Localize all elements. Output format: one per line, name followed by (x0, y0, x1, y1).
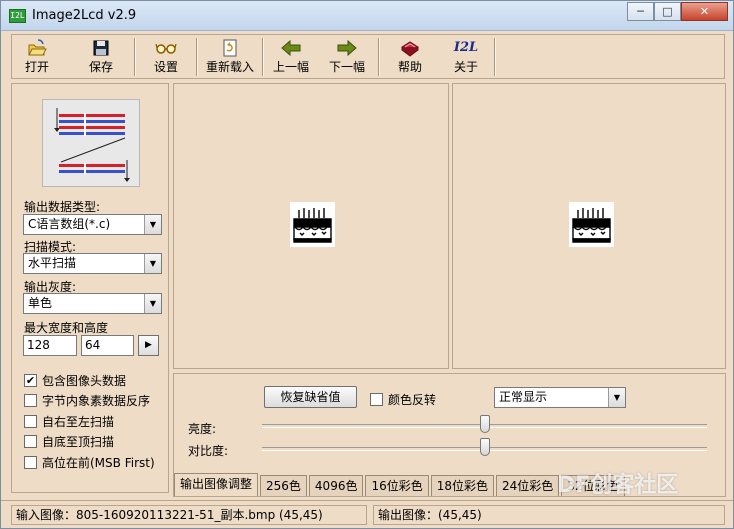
checkbox-box[interactable] (24, 415, 37, 428)
settings-label: 设置 (153, 60, 178, 74)
save-label: 保存 (88, 60, 113, 74)
output-type-label: 输出数据类型: (24, 200, 101, 214)
toolbar-separator (378, 38, 380, 76)
about-label: 关于 (453, 60, 478, 74)
save-button[interactable]: 保存 (82, 37, 120, 77)
toolbar-separator (196, 38, 198, 76)
checkbox-label: 自底至顶扫描 (42, 435, 115, 449)
brightness-slider[interactable] (262, 415, 707, 433)
input-image-status: 输入图像：805-160920113221-51_副本.bmp (45,45) (11, 505, 367, 525)
settings-panel: 输出数据类型: C语言数组(*.c) ▼ 扫描模式: 水平扫描 ▼ 输出灰度: … (11, 83, 169, 493)
reverse-pixel-order-checkbox[interactable]: 字节内象素数据反序 (24, 392, 150, 409)
help-label: 帮助 (397, 60, 422, 74)
open-button[interactable]: 打开 (18, 37, 56, 77)
help-book-icon (401, 41, 419, 57)
arrow-right-icon (337, 39, 357, 57)
display-mode-value: 正常显示 (499, 390, 548, 404)
status-bar: 输入图像：805-160920113221-51_副本.bmp (45,45) … (1, 500, 733, 528)
scan-mode-value: 水平扫描 (28, 256, 77, 270)
display-mode-select[interactable]: 正常显示 ▼ (494, 387, 626, 408)
tab-4096-color[interactable]: 4096色 (308, 475, 364, 496)
cake-image (569, 202, 614, 247)
tab-output-adjust[interactable]: 输出图像调整 (174, 473, 259, 496)
reload-button[interactable]: 重新载入 (204, 37, 256, 77)
glasses-icon (155, 43, 177, 54)
brightness-slider-thumb[interactable] (479, 415, 490, 433)
scan-direction-preview (42, 99, 140, 187)
cake-image (290, 202, 335, 247)
include-header-checkbox[interactable]: ✔ 包含图像头数据 (24, 372, 126, 389)
contrast-slider-thumb[interactable] (479, 438, 490, 456)
checkbox-box[interactable] (24, 435, 37, 448)
title-bar[interactable]: I2L Image2Lcd v2.9 ─ □ ✕ (1, 1, 733, 31)
max-height-input[interactable]: 64 (81, 335, 134, 356)
reload-label: 重新载入 (205, 60, 254, 74)
apply-size-button[interactable]: ▶ (138, 335, 159, 356)
invert-colors-checkbox[interactable]: 颜色反转 (370, 391, 436, 408)
output-image-preview (452, 83, 726, 369)
scan-direction-icon (54, 108, 130, 182)
app-window: I2L Image2Lcd v2.9 ─ □ ✕ 打开 保存 设置 重新载入 上… (0, 0, 734, 529)
scan-mode-select[interactable]: 水平扫描 ▼ (23, 253, 162, 274)
minimize-button[interactable]: ─ (627, 2, 654, 21)
folder-open-icon (28, 39, 47, 56)
checkbox-label: 字节内象素数据反序 (42, 394, 151, 408)
chevron-down-icon[interactable]: ▼ (144, 215, 161, 234)
close-button[interactable]: ✕ (681, 2, 728, 21)
checkbox-label: 自右至左扫描 (42, 415, 115, 429)
checkbox-box[interactable] (24, 456, 37, 469)
checkbox-label: 包含图像头数据 (42, 374, 127, 388)
brightness-label: 亮度: (188, 422, 217, 436)
chevron-down-icon[interactable]: ▼ (144, 294, 161, 313)
output-type-select[interactable]: C语言数组(*.c) ▼ (23, 214, 162, 235)
output-image-status: 输出图像：(45,45) (373, 505, 725, 525)
input-image-preview (173, 83, 449, 369)
next-image-button[interactable]: 下一幅 (326, 37, 368, 77)
gray-level-select[interactable]: 单色 ▼ (23, 293, 162, 314)
chevron-down-icon[interactable]: ▼ (144, 254, 161, 273)
tab-256-color[interactable]: 256色 (260, 475, 307, 496)
checkbox-box[interactable] (370, 393, 383, 406)
prev-image-button[interactable]: 上一幅 (270, 37, 312, 77)
max-size-label: 最大宽度和高度 (24, 321, 109, 335)
bottom-to-top-checkbox[interactable]: 自底至顶扫描 (24, 433, 114, 450)
floppy-disk-icon (93, 40, 109, 56)
tab-18bit-color[interactable]: 18位彩色 (430, 475, 495, 496)
toolbar-separator (134, 38, 136, 76)
checkbox-box[interactable] (24, 394, 37, 407)
checkbox-label: 颜色反转 (388, 393, 437, 407)
play-arrow-icon: ▶ (145, 340, 152, 350)
about-button[interactable]: I2L 关于 (448, 37, 484, 77)
open-label: 打开 (24, 60, 49, 74)
toolbar: 打开 保存 设置 重新载入 上一幅 下一幅 帮助 I2L 关于 (11, 34, 725, 79)
toolbar-separator (262, 38, 264, 76)
contrast-label: 对比度: (188, 444, 229, 458)
window-title: Image2Lcd v2.9 (32, 8, 137, 23)
checkbox-box[interactable]: ✔ (24, 374, 37, 387)
reload-icon (223, 39, 237, 57)
window-controls: ─ □ ✕ (627, 2, 728, 21)
next-image-label: 下一幅 (328, 60, 365, 74)
tab-24bit-color[interactable]: 24位彩色 (496, 475, 560, 496)
arrow-left-icon (281, 39, 301, 57)
tab-16bit-color[interactable]: 16位彩色 (365, 475, 429, 496)
checkbox-label: 高位在前(MSB First) (42, 456, 155, 470)
restore-default-button[interactable]: 恢复缺省值 (264, 386, 357, 408)
i2l-logo-icon: I2L (453, 40, 479, 55)
gray-level-value: 单色 (28, 296, 53, 310)
maximize-button[interactable]: □ (654, 2, 681, 21)
settings-button[interactable]: 设置 (146, 37, 186, 77)
max-width-input[interactable]: 128 (23, 335, 77, 356)
right-to-left-checkbox[interactable]: 自右至左扫描 (24, 413, 114, 430)
app-icon: I2L (9, 9, 26, 23)
msb-first-checkbox[interactable]: 高位在前(MSB First) (24, 454, 155, 471)
chevron-down-icon[interactable]: ▼ (608, 388, 625, 407)
contrast-slider[interactable] (262, 438, 707, 456)
help-button[interactable]: 帮助 (392, 37, 428, 77)
output-type-value: C语言数组(*.c) (28, 217, 111, 231)
watermark: DF创客社区 (557, 473, 679, 498)
prev-image-label: 上一幅 (272, 60, 309, 74)
toolbar-separator (494, 38, 496, 76)
